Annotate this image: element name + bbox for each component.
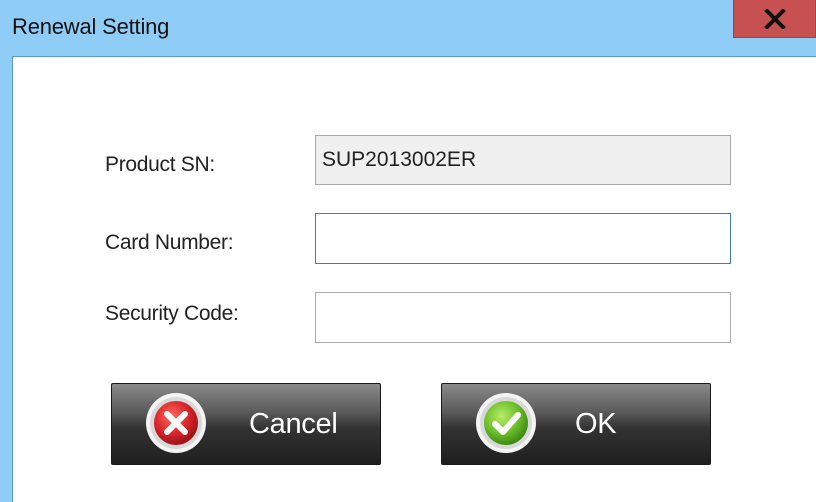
ok-button-label: OK <box>575 408 617 440</box>
green-check-circle-icon <box>476 393 536 453</box>
window-title: Renewal Setting <box>12 14 170 39</box>
cancel-button[interactable]: Cancel <box>111 383 381 465</box>
security-code-label: Security Code: <box>105 302 239 325</box>
close-button[interactable] <box>733 0 816 38</box>
ok-button[interactable]: OK <box>441 383 711 465</box>
renewal-setting-dialog: Renewal Setting Product SN: Card Number:… <box>0 0 816 502</box>
title-bar[interactable]: Renewal Setting <box>0 0 816 52</box>
card-number-label: Card Number: <box>105 231 234 254</box>
dialog-body: Product SN: Card Number: Security Code: <box>12 56 816 502</box>
product-sn-field[interactable] <box>315 135 731 185</box>
cancel-button-label: Cancel <box>249 408 338 440</box>
card-number-field[interactable] <box>315 213 731 264</box>
product-sn-label: Product SN: <box>105 153 215 176</box>
security-code-field[interactable] <box>315 292 731 343</box>
red-x-circle-icon <box>146 393 206 453</box>
close-icon <box>763 8 786 29</box>
